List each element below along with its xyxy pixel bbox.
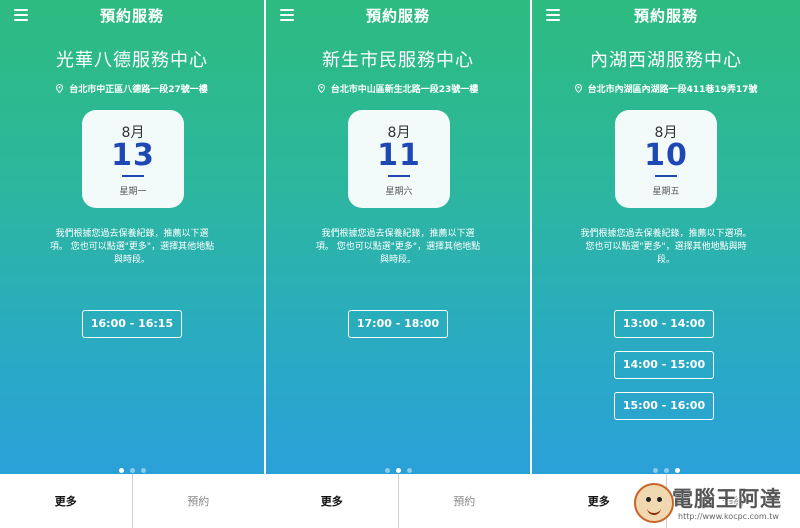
date-weekday: 星期五 — [652, 187, 680, 197]
date-card: 8月 10 星期五 — [615, 110, 717, 208]
date-weekday: 星期一 — [119, 187, 147, 197]
page-indicator — [0, 458, 264, 473]
watermark-brand: 電腦王阿達 — [672, 487, 782, 511]
site-watermark: 電腦王阿達 http://www.kocpc.com.tw — [634, 483, 798, 526]
date-day: 10 — [644, 138, 688, 173]
page-dot-2[interactable] — [663, 468, 669, 473]
mascot-eye — [646, 497, 651, 502]
time-slot-button[interactable]: 16:00 - 16:15 — [82, 310, 182, 338]
recommendation-text: 我們根據您過去保養紀錄，推薦以下選項。 您也可以點選"更多"，選擇其他地點與時段… — [315, 229, 481, 265]
app-header: 預約服務 — [532, 0, 800, 30]
address-text: 台北市內湖區內湖路一段411巷19弄17號 — [587, 85, 758, 95]
mascot-eye — [657, 497, 662, 502]
header-title: 預約服務 — [365, 7, 430, 25]
recommendation-text: 我們根據您過去保養紀錄，推薦以下選項。 您也可以點選"更多"，選擇其他地點與時段… — [580, 229, 752, 265]
more-button[interactable]: 更多 — [266, 474, 399, 528]
bottom-action-bar: 更多 預約 — [266, 474, 530, 528]
header-title: 預約服務 — [633, 7, 698, 25]
time-slot-button[interactable]: 17:00 - 18:00 — [348, 310, 448, 338]
page-indicator — [266, 458, 530, 473]
address-text: 台北市中山區新生北路一段23號一樓 — [330, 85, 479, 95]
date-card: 8月 11 星期六 — [348, 110, 450, 208]
app-header: 預約服務 — [0, 0, 264, 30]
page-dot-3[interactable] — [140, 468, 146, 473]
book-button[interactable]: 預約 — [399, 474, 531, 528]
time-slot-button[interactable]: 13:00 - 14:00 — [614, 310, 714, 338]
map-pin-icon — [56, 84, 64, 93]
more-button[interactable]: 更多 — [0, 474, 133, 528]
page-dot-2[interactable] — [129, 468, 135, 473]
header-title: 預約服務 — [99, 7, 164, 25]
bottom-action-bar: 更多 預約 — [0, 474, 264, 528]
screenshot-collage: 預約服務 光華八德服務中心 台北市中正區八德路一段27號一樓 8月 13 星期一… — [0, 0, 800, 528]
page-dot-1[interactable] — [652, 468, 658, 473]
service-center-address: 台北市中正區八德路一段27號一樓 — [0, 82, 264, 95]
recommendation-text: 我們根據您過去保養紀錄，推薦以下選項。 您也可以點選"更多"，選擇其他地點與時段… — [49, 229, 215, 265]
page-dot-3[interactable] — [406, 468, 412, 473]
service-center-name: 光華八德服務中心 — [56, 50, 208, 71]
booking-panel-3: 預約服務 內湖西湖服務中心 台北市內湖區內湖路一段411巷19弄17號 8月 1… — [532, 0, 800, 528]
service-center-name: 內湖西湖服務中心 — [590, 50, 742, 71]
service-center-address: 台北市內湖區內湖路一段411巷19弄17號 — [532, 82, 800, 95]
service-center-name: 新生市民服務中心 — [322, 50, 474, 71]
time-slot-button[interactable]: 14:00 - 15:00 — [614, 351, 714, 379]
date-underline — [122, 175, 144, 177]
page-dot-3[interactable] — [674, 468, 680, 473]
date-day: 13 — [111, 138, 155, 173]
date-card: 8月 13 星期一 — [82, 110, 184, 208]
page-dot-1[interactable] — [118, 468, 124, 473]
map-pin-icon — [574, 84, 582, 93]
time-slot-button[interactable]: 15:00 - 16:00 — [614, 392, 714, 420]
date-day: 11 — [377, 138, 421, 173]
service-center-address: 台北市中山區新生北路一段23號一樓 — [266, 82, 530, 95]
page-indicator — [532, 458, 800, 473]
watermark-url: http://www.kocpc.com.tw — [678, 512, 779, 521]
map-pin-icon — [317, 84, 325, 93]
book-button[interactable]: 預約 — [133, 474, 265, 528]
address-text: 台北市中正區八德路一段27號一樓 — [69, 85, 208, 95]
date-underline — [388, 175, 410, 177]
booking-panel-1: 預約服務 光華八德服務中心 台北市中正區八德路一段27號一樓 8月 13 星期一… — [0, 0, 266, 528]
app-header: 預約服務 — [266, 0, 530, 30]
mascot-face-icon — [634, 483, 674, 523]
date-underline — [655, 175, 677, 177]
booking-panel-2: 預約服務 新生市民服務中心 台北市中山區新生北路一段23號一樓 8月 11 星期… — [266, 0, 532, 528]
page-dot-1[interactable] — [384, 468, 390, 473]
mascot-mouth — [647, 507, 661, 515]
date-weekday: 星期六 — [385, 187, 413, 197]
page-dot-2[interactable] — [395, 468, 401, 473]
